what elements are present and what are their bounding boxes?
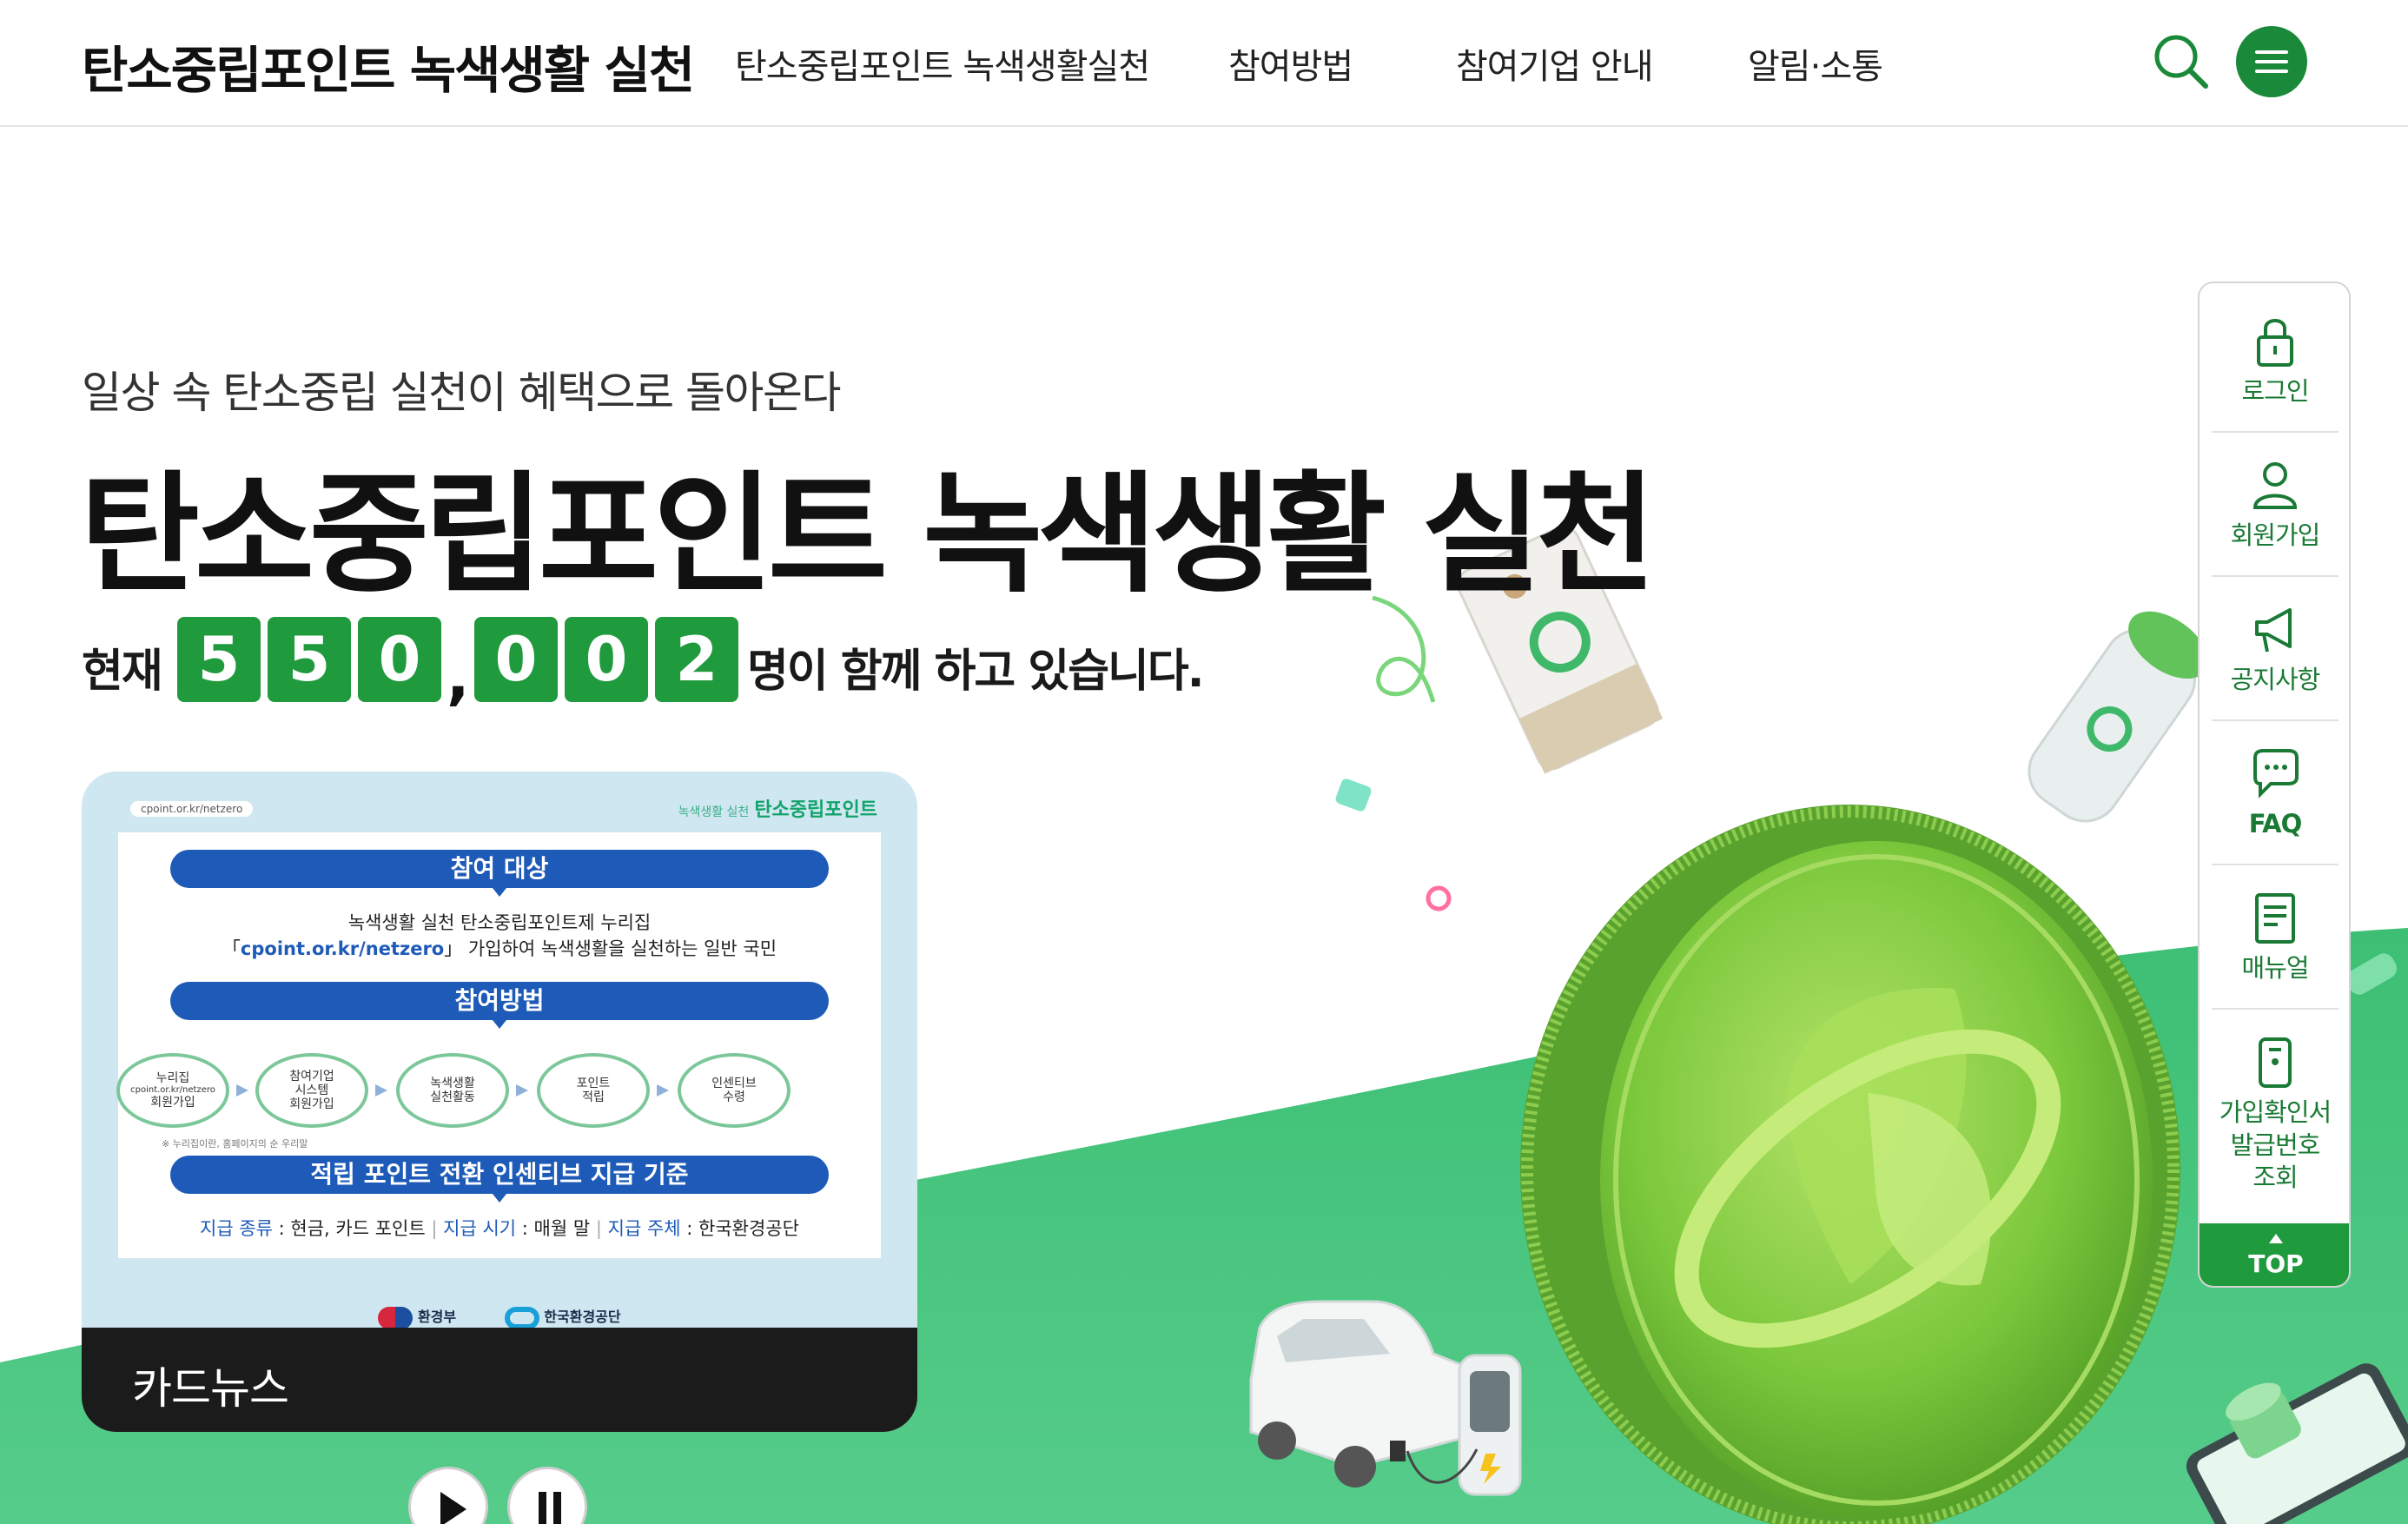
- nav-item-carbon-point[interactable]: 탄소중립포인트 녹색생활실천: [735, 38, 1150, 89]
- site-header: 탄소중립포인트 녹색생활 실천 탄소중립포인트 녹색생활실천 참여방법 참여기업…: [0, 0, 2408, 127]
- counter-separator: ,: [447, 641, 470, 712]
- keco-logo-icon: [504, 1306, 539, 1329]
- hero-section: 일상 속 탄소중립 실천이 혜택으로 돌아온다 탄소중립포인트 녹색생활 실천 …: [0, 129, 2408, 1524]
- step-arrow: [657, 1084, 669, 1097]
- search-button[interactable]: [2153, 33, 2210, 90]
- quick-menu-login[interactable]: 로그인: [2212, 288, 2339, 433]
- hero-headline: 탄소중립포인트 녹색생활 실천: [80, 460, 1656, 611]
- card-brand: 녹색생활 실천 탄소중립포인트: [678, 799, 877, 821]
- card-step: 포인트 적립: [537, 1053, 650, 1128]
- card-body: 참여 대상 녹색생활 실천 탄소중립포인트제 누리집 「cpoint.or.kr…: [116, 832, 881, 1258]
- step-arrow: [375, 1084, 387, 1097]
- card-news-label: 카드뉴스: [132, 1363, 289, 1414]
- card-note: ※ 누리집이란, 홈페이지의 순 우리말: [162, 1138, 308, 1150]
- step-arrow: [516, 1084, 528, 1097]
- site-logo[interactable]: 탄소중립포인트 녹색생활 실천: [82, 30, 695, 103]
- quick-menu-certificate-lookup[interactable]: 가입확인서 발급번호 조회: [2212, 1010, 2339, 1218]
- lock-icon: [2257, 319, 2293, 367]
- card-section-title: 참여 대상: [170, 850, 829, 897]
- play-icon: [440, 1492, 466, 1524]
- counter-digit: 0: [474, 617, 558, 702]
- chat-icon: [2253, 749, 2299, 798]
- pause-button[interactable]: [507, 1467, 587, 1524]
- card-logos: 환경부 한국환경공단: [82, 1305, 917, 1329]
- card-step: 인센티브 수령: [678, 1053, 791, 1128]
- counter-prefix: 현재: [82, 646, 163, 698]
- megaphone-icon: [2255, 608, 2292, 653]
- nav-item-how-to-join[interactable]: 참여방법: [1228, 38, 1353, 89]
- nav-item-partner-companies[interactable]: 참여기업 안내: [1456, 38, 1654, 89]
- counter-suffix: 명이 함께 하고 있습니다.: [747, 646, 1204, 698]
- counter-digit: 0: [565, 617, 648, 702]
- step-arrow: [236, 1084, 248, 1097]
- card-text: 녹색생활 실천 탄소중립포인트제 누리집: [347, 912, 652, 933]
- search-icon: [2154, 35, 2208, 89]
- document-icon: [2255, 893, 2295, 944]
- card-footer: 카드뉴스: [82, 1328, 917, 1432]
- counter-digit: 0: [358, 617, 441, 702]
- arrow-up-icon: [2269, 1234, 2283, 1243]
- pause-icon: [539, 1492, 561, 1524]
- menu-button[interactable]: [2236, 26, 2307, 97]
- quick-menu-notice[interactable]: 공지사항: [2212, 577, 2339, 721]
- scroll-top-button[interactable]: TOP: [2200, 1223, 2349, 1286]
- card-section-title: 적립 포인트 전환 인센티브 지급 기준: [170, 1156, 829, 1203]
- card-url: cpoint.or.kr/netzero: [130, 801, 254, 817]
- quick-menu: 로그인 회원가입 공지사항 FAQ 매뉴얼 가입확인서 발급번호 조회 TOP: [2198, 282, 2351, 1288]
- card-section-title: 참여방법: [170, 982, 829, 1029]
- card-step: 참여기업 시스템 회원가입: [255, 1053, 368, 1128]
- card-criteria: 지급 종류 : 현금, 카드 포인트 | 지급 시기 : 매월 말 | 지급 주…: [200, 1218, 799, 1239]
- user-icon: [2253, 462, 2298, 509]
- quick-menu-faq[interactable]: FAQ: [2212, 721, 2339, 865]
- counter-digit: 5: [268, 617, 351, 702]
- card-news[interactable]: cpoint.or.kr/netzero 녹색생활 실천 탄소중립포인트 참여 대…: [82, 772, 917, 1432]
- mois-logo-icon: [378, 1306, 413, 1329]
- quick-menu-signup[interactable]: 회원가입: [2212, 433, 2339, 577]
- counter-digit: 2: [655, 617, 738, 702]
- hero-subtitle: 일상 속 탄소중립 실천이 혜택으로 돌아온다: [82, 368, 841, 418]
- nav-item-notice-communication[interactable]: 알림·소통: [1748, 38, 1883, 89]
- card-step: 누리집 cpoint.or.kr/netzero 회원가입: [116, 1053, 229, 1128]
- quick-menu-manual[interactable]: 매뉴얼: [2212, 865, 2339, 1010]
- card-step: 녹색생활 실천활동: [396, 1053, 509, 1128]
- counter-digit: 5: [177, 617, 261, 702]
- play-button[interactable]: [408, 1467, 488, 1524]
- certificate-icon: [2259, 1037, 2292, 1088]
- card-text: 「cpoint.or.kr/netzero」 가입하여 녹색생활을 실천하는 일…: [222, 938, 777, 959]
